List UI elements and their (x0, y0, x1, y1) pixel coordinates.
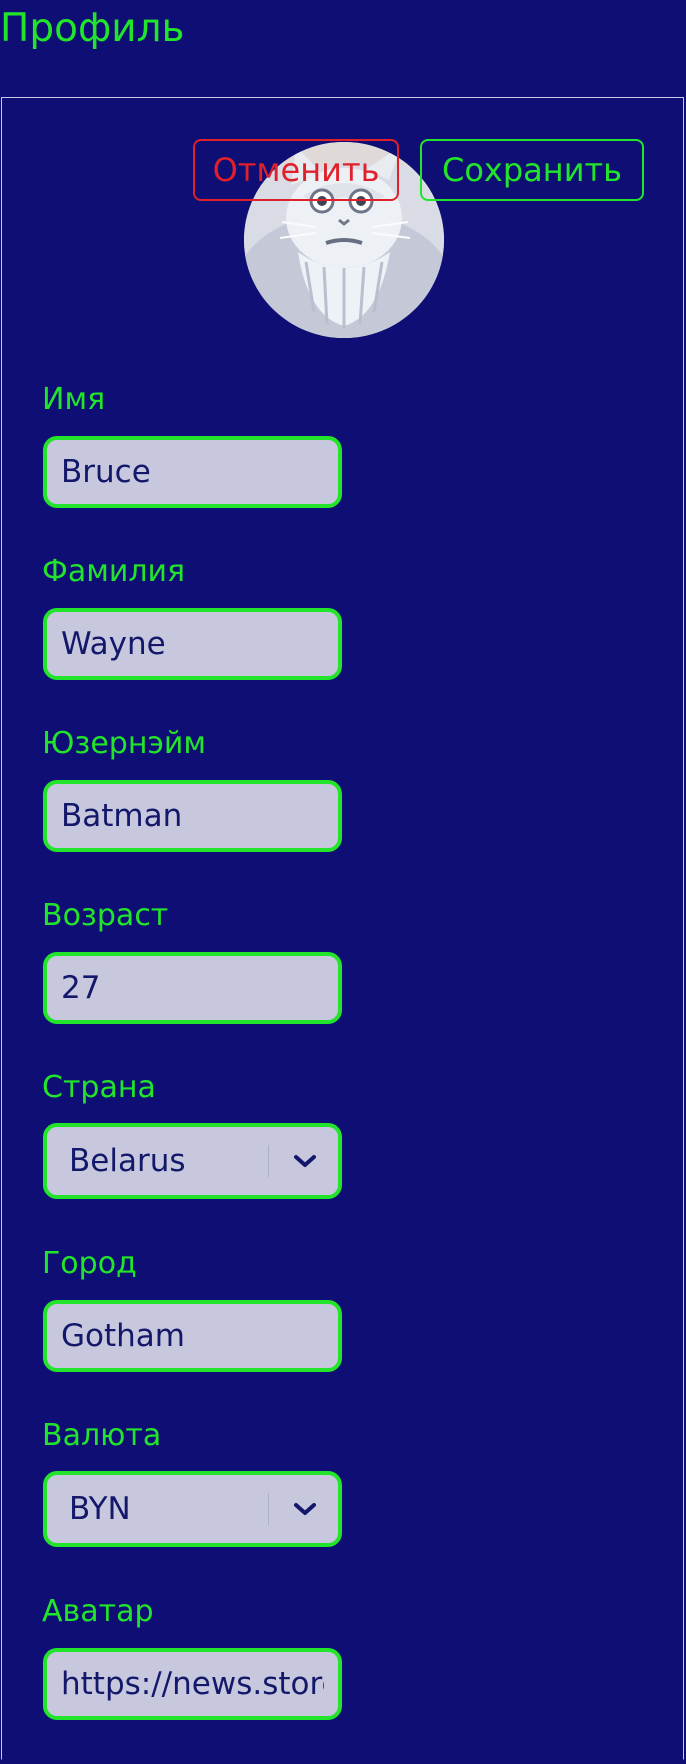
city-label: Город (42, 1246, 137, 1281)
username-field[interactable] (43, 780, 342, 852)
currency-select[interactable]: BYN (43, 1471, 342, 1547)
currency-label: Валюта (42, 1418, 162, 1453)
last-name-field[interactable] (43, 608, 342, 680)
page-title: Профиль (0, 6, 185, 51)
country-label: Страна (42, 1070, 156, 1105)
avatar-url-label: Аватар (42, 1594, 154, 1629)
currency-select-divider (268, 1493, 269, 1525)
age-label: Возраст (42, 898, 169, 933)
country-select-value: Belarus (69, 1143, 186, 1179)
currency-select-value: BYN (69, 1491, 131, 1527)
last-name-label: Фамилия (42, 554, 186, 589)
city-field[interactable] (43, 1300, 342, 1372)
first-name-label: Имя (42, 382, 106, 417)
country-select[interactable]: Belarus (43, 1123, 342, 1199)
avatar-url-field[interactable] (43, 1648, 342, 1720)
cancel-button[interactable]: Отменить (193, 139, 399, 201)
chevron-down-icon (294, 1155, 316, 1167)
age-field[interactable] (43, 952, 342, 1024)
first-name-field[interactable] (43, 436, 342, 508)
country-select-divider (268, 1145, 269, 1177)
save-button[interactable]: Сохранить (420, 139, 644, 201)
chevron-down-icon (294, 1503, 316, 1515)
username-label: Юзернэйм (42, 726, 207, 761)
